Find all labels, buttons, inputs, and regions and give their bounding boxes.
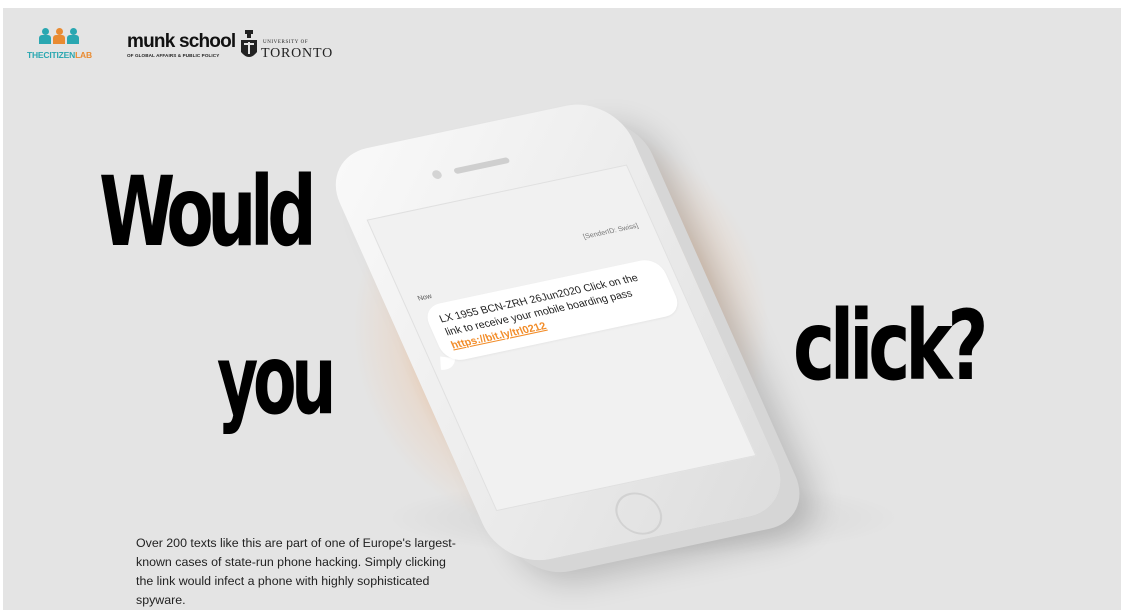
crest-icon [241, 30, 257, 57]
camera-icon [430, 169, 444, 180]
citizen-lab-logo[interactable]: THECITIZENLAB [27, 28, 92, 70]
speaker-icon [453, 157, 511, 175]
munk-school-subtitle: OF GLOBAL AFFAIRS & PUBLIC POLICY [127, 53, 220, 58]
headline-you: you [217, 324, 336, 436]
phone-illustration: [SenderID: Swiss] Now LX 1955 BCN-ZRH 26… [319, 75, 894, 570]
landing-page: THECITIZENLAB munk school OF GLOBAL AFFA… [3, 8, 1121, 610]
sms-sender: [SenderID: Swiss] [582, 222, 640, 241]
intro-caption: Over 200 texts like this are part of one… [136, 536, 456, 607]
munk-school-title: munk school [127, 31, 236, 52]
citizen-lab-wordmark: THECITIZENLAB [27, 50, 92, 60]
sms-timestamp: Now [416, 293, 434, 303]
uoft-big-text: TORONTO [261, 46, 333, 61]
munk-school-logo[interactable]: munk school OF GLOBAL AFFAIRS & PUBLIC P… [127, 31, 236, 58]
headline-would: Would [99, 156, 317, 268]
sms-bubble: LX 1955 BCN-ZRH 26Jun2020 Click on the l… [421, 256, 684, 364]
home-button-icon [608, 488, 670, 539]
uoft-small-text: UNIVERSITY OF [263, 40, 309, 45]
